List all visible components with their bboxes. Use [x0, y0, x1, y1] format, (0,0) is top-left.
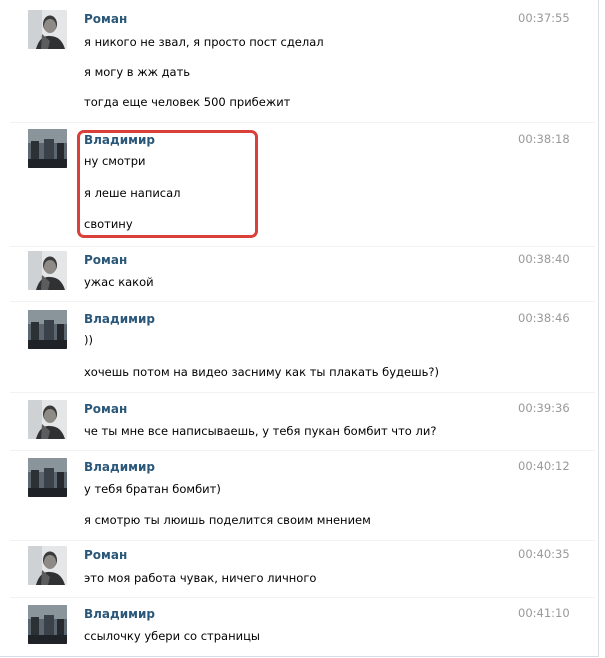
message-text: ну смотри — [84, 154, 146, 168]
message-text: ужас какой — [84, 275, 154, 289]
author-name[interactable]: Роман — [84, 12, 127, 26]
message-text: у тебя братан бомбит) — [84, 482, 221, 496]
author-name[interactable]: Роман — [84, 548, 127, 562]
author-name[interactable]: Владимир — [84, 607, 155, 621]
message-time[interactable]: 00:38:46 — [518, 311, 570, 325]
roman-avatar-icon[interactable] — [28, 251, 67, 290]
message-text: че ты мне все написываешь, у тебя пукан … — [84, 424, 437, 438]
vladimir-avatar-icon[interactable] — [28, 605, 67, 644]
roman-avatar-icon[interactable] — [28, 546, 67, 585]
roman-avatar-icon[interactable] — [28, 10, 67, 49]
message-text: свотину — [84, 217, 133, 231]
message-divider — [10, 122, 595, 123]
vladimir-avatar-icon[interactable] — [28, 129, 67, 168]
message-divider — [10, 540, 595, 541]
message-time[interactable]: 00:37:55 — [518, 11, 570, 25]
vladimir-avatar-icon[interactable] — [28, 310, 67, 349]
roman-avatar-icon[interactable] — [28, 400, 67, 439]
message-divider — [10, 450, 595, 451]
message-time[interactable]: 00:40:35 — [518, 547, 570, 561]
message-text: я никого не звал, я просто пост сделал — [84, 35, 324, 49]
author-name[interactable]: Владимир — [84, 460, 155, 474]
author-name[interactable]: Владимир — [84, 312, 155, 326]
message-text: )) — [84, 333, 93, 347]
message-divider — [10, 597, 595, 598]
message-text: я смотрю ты люишь поделится своим мнение… — [84, 513, 371, 527]
message-time[interactable]: 00:38:18 — [518, 132, 570, 146]
message-text: тогда еще человек 500 прибежит — [84, 95, 291, 109]
message-divider — [10, 246, 595, 247]
message-time[interactable]: 00:40:12 — [518, 459, 570, 473]
chat-history-panel: Роман 00:37:55 я никого не звал, я прост… — [0, 0, 599, 657]
vladimir-avatar-icon[interactable] — [28, 458, 67, 497]
message-text: ссылочку убери со страницы — [84, 629, 260, 643]
message-time[interactable]: 00:38:40 — [518, 252, 570, 266]
message-text: это моя работа чувак, ничего личного — [84, 571, 317, 585]
message-divider — [10, 392, 595, 393]
message-time[interactable]: 00:39:36 — [518, 401, 570, 415]
message-divider — [10, 301, 595, 302]
author-name[interactable]: Роман — [84, 253, 127, 267]
message-text: я леше написал — [84, 186, 181, 200]
author-name[interactable]: Роман — [84, 402, 127, 416]
author-name[interactable]: Владимир — [84, 133, 155, 147]
message-time[interactable]: 00:41:10 — [518, 606, 570, 620]
message-text: я могу в жж дать — [84, 65, 191, 79]
message-text: хочешь потом на видео засниму как ты пла… — [84, 365, 439, 379]
